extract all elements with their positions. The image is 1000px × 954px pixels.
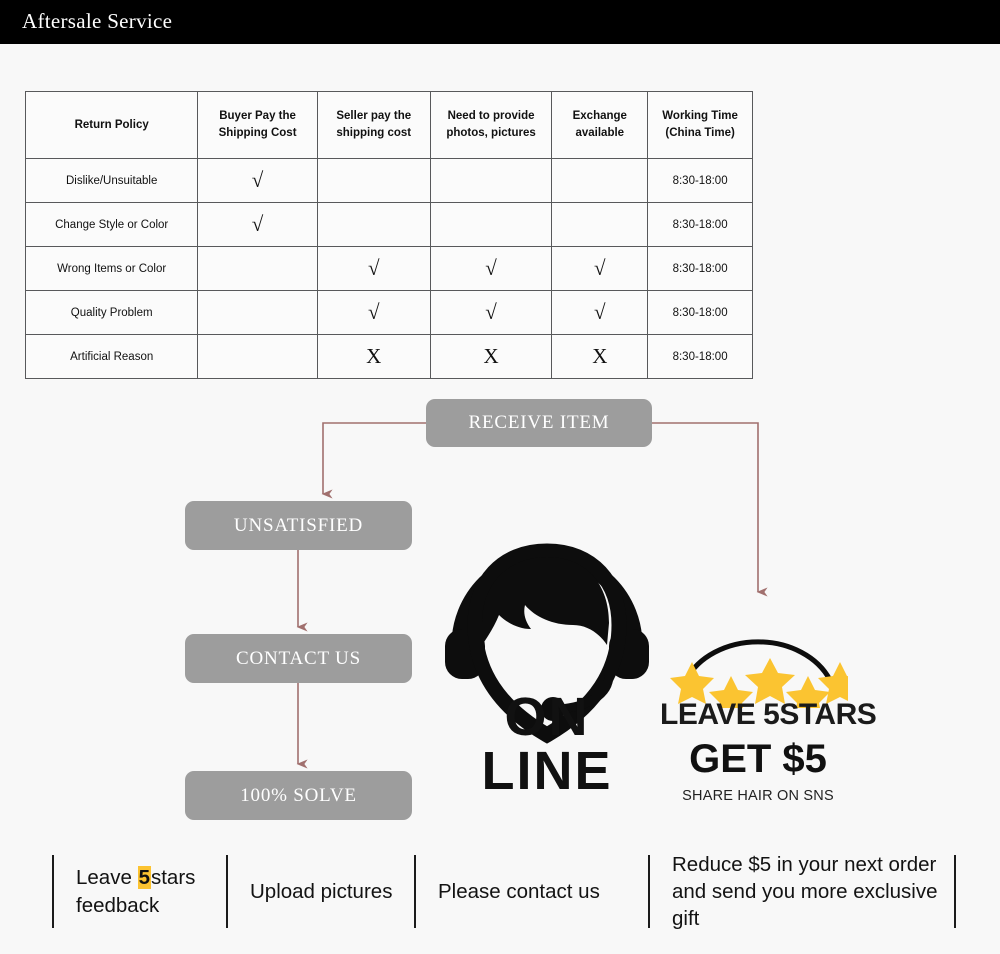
check-mark: √	[251, 168, 264, 192]
feature-text-line2: feedback	[76, 893, 160, 917]
cell-policy-name: Artificial Reason	[24, 334, 199, 379]
table-row: Change Style or Color √ 8:30-18:00	[24, 202, 753, 247]
cross-mark: X	[592, 344, 608, 368]
bottom-feature-bar: Leave 5stars feedback Upload pictures Pl…	[52, 853, 956, 930]
check-mark: √	[594, 300, 606, 324]
table-row: Quality Problem √ √ √ 8:30-18:00	[24, 290, 753, 335]
column-header-buyer-pay: Buyer Pay the Shipping Cost	[197, 91, 318, 159]
column-header-line: Exchange	[572, 110, 627, 123]
column-header-line: Need to provide	[447, 110, 535, 123]
cell-policy-name: Quality Problem	[24, 290, 199, 335]
check-mark: √	[485, 300, 497, 324]
cell-exchange	[551, 202, 649, 247]
feature-text: Please contact us	[438, 878, 600, 905]
table-row: Artificial Reason X X X 8:30-18:00	[24, 334, 753, 379]
cell-exchange: √	[551, 290, 649, 335]
cell-exchange: √	[551, 246, 649, 291]
cell-seller-pay	[316, 158, 431, 203]
column-header-line: Seller pay the	[336, 110, 412, 123]
column-header-seller-pay: Seller pay the shipping cost	[316, 91, 431, 159]
flow-box-label: CONTACT US	[236, 647, 361, 669]
online-label: ON LINE	[481, 687, 613, 801]
cell-policy-name: Wrong Items or Color	[24, 246, 199, 291]
feature-cell-reduce-next-order: Reduce $5 in your next order and send yo…	[648, 853, 956, 930]
flow-box-label: UNSATISFIED	[233, 514, 364, 536]
feature-text-post: stars	[150, 866, 196, 890]
cell-buyer-pay	[197, 246, 318, 291]
cell-photos	[429, 158, 553, 203]
cell-seller-pay: √	[316, 246, 431, 291]
column-header-line: photos, pictures	[446, 127, 536, 139]
return-policy-table: Return Policy Buyer Pay the Shipping Cos…	[24, 91, 753, 379]
cell-buyer-pay	[197, 334, 318, 379]
table-row: Dislike/Unsuitable √ 8:30-18:00	[24, 158, 753, 203]
arrow-receive-to-unsatisfied	[321, 422, 426, 499]
page-title: Aftersale Service	[22, 9, 173, 33]
cell-buyer-pay: √	[197, 202, 318, 247]
cell-working-time: 8:30-18:00	[647, 158, 753, 203]
table-header-row: Return Policy Buyer Pay the Shipping Cos…	[24, 91, 753, 159]
cell-policy-name: Dislike/Unsuitable	[24, 158, 199, 203]
cell-working-time: 8:30-18:00	[647, 290, 753, 335]
flow-box-label: 100% SOLVE	[240, 784, 357, 806]
cross-mark: X	[483, 344, 499, 368]
column-header-line: (China Time)	[665, 127, 735, 139]
column-header-line: shipping cost	[336, 127, 412, 139]
feature-text: Leave 5stars feedback	[76, 864, 195, 918]
cell-working-time: 8:30-18:00	[647, 246, 753, 291]
cell-working-time: 8:30-18:00	[647, 202, 753, 247]
feature-text-pre: Leave	[76, 866, 138, 890]
cell-seller-pay: √	[316, 290, 431, 335]
feature-text-line2: and send you more exclusive gift	[672, 879, 938, 931]
check-mark: √	[368, 300, 380, 324]
cell-exchange: X	[551, 334, 649, 379]
flow-box-receive-item[interactable]: RECEIVE ITEM	[426, 399, 652, 447]
feature-cell-leave-feedback: Leave 5stars feedback	[52, 855, 226, 928]
cell-policy-name: Change Style or Color	[24, 202, 199, 247]
badge-get-five-dollars: GET $5	[689, 737, 827, 781]
column-header-exchange: Exchange available	[551, 91, 649, 159]
cross-mark: X	[366, 344, 382, 368]
flow-box-unsatisfied[interactable]: UNSATISFIED	[185, 501, 412, 550]
flow-box-contact-us[interactable]: CONTACT US	[185, 634, 412, 683]
five-stars-rating-graphic	[670, 639, 848, 708]
arrow-receive-to-review	[652, 422, 768, 597]
flow-box-label: RECEIVE ITEM	[468, 412, 610, 433]
feature-text-pre: Please contact us	[438, 879, 600, 903]
cell-buyer-pay: √	[197, 158, 318, 203]
feature-text: Upload pictures	[250, 878, 392, 905]
check-mark: √	[594, 256, 606, 280]
feature-cell-contact-us: Please contact us	[414, 855, 648, 928]
highlight-five: 5	[137, 866, 151, 890]
column-header-line: Shipping Cost	[218, 127, 297, 139]
badge-share-hair-on-sns: SHARE HAIR ON SNS	[682, 788, 834, 804]
check-mark: √	[368, 256, 380, 280]
check-mark: √	[251, 212, 264, 236]
flow-box-100-percent-solve[interactable]: 100% SOLVE	[185, 771, 412, 820]
table-row: Wrong Items or Color √ √ √ 8:30-18:00	[24, 246, 753, 291]
feature-text-pre: Reduce $5 in your next order	[672, 852, 937, 876]
cell-photos: √	[429, 290, 553, 335]
feature-cell-upload-pictures: Upload pictures	[226, 855, 414, 928]
cell-buyer-pay	[197, 290, 318, 335]
column-header-line: available	[575, 127, 625, 139]
cell-seller-pay	[316, 202, 431, 247]
cell-photos: X	[429, 334, 553, 379]
cell-photos: √	[429, 246, 553, 291]
cell-seller-pay: X	[316, 334, 431, 379]
check-mark: √	[485, 256, 497, 280]
column-header-return-policy: Return Policy	[24, 91, 199, 159]
column-header-photos: Need to provide photos, pictures	[429, 91, 553, 159]
cell-photos	[429, 202, 553, 247]
feature-text-pre: Upload pictures	[250, 879, 393, 903]
cell-working-time: 8:30-18:00	[647, 334, 753, 379]
column-header-line: Working Time	[662, 110, 738, 123]
badge-leave-five-stars: LEAVE 5STARS	[660, 698, 877, 731]
feature-text: Reduce $5 in your next order and send yo…	[672, 851, 954, 932]
cell-exchange	[551, 158, 649, 203]
column-header-working-time: Working Time (China Time)	[647, 91, 753, 159]
column-header-line: Buyer Pay the	[219, 110, 296, 123]
column-header-line: Return Policy	[74, 118, 149, 131]
